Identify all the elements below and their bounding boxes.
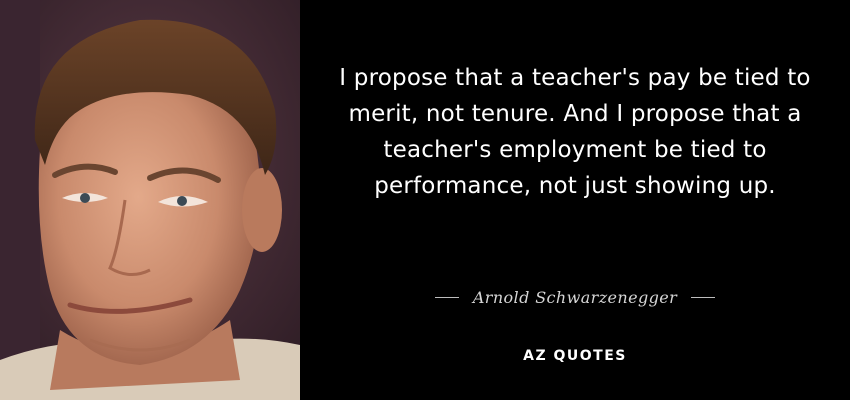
right-divider xyxy=(691,296,716,298)
quote-text: I propose that a teacher's pay be tied t… xyxy=(339,65,811,199)
quote-card: I propose that a teacher's pay be tied t… xyxy=(0,0,850,400)
quote-panel: I propose that a teacher's pay be tied t… xyxy=(300,0,850,400)
left-divider xyxy=(434,296,459,298)
author-attribution: Arnold Schwarzenegger xyxy=(300,285,850,309)
author-name[interactable]: Arnold Schwarzenegger xyxy=(473,288,677,307)
author-portrait xyxy=(0,0,300,400)
azquotes-logo[interactable]: AZ QUOTES xyxy=(300,348,850,364)
